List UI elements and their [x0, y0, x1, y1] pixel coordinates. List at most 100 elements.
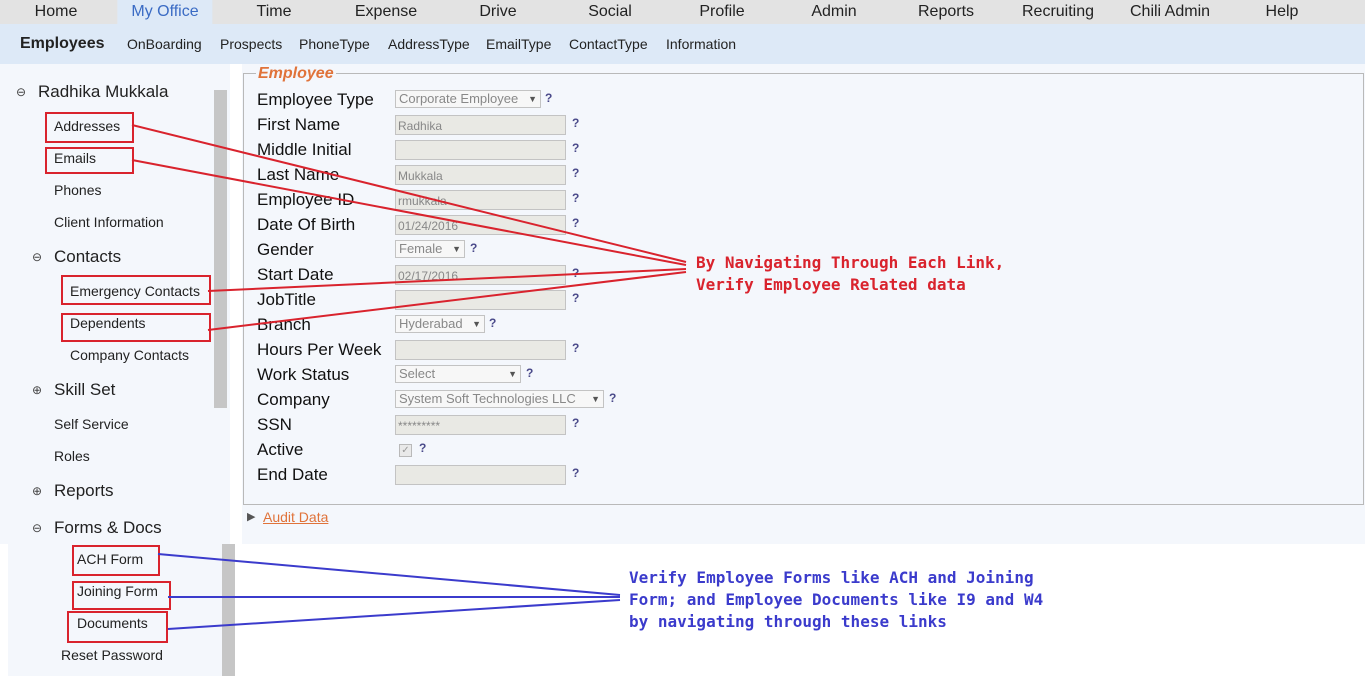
subnav-onboarding[interactable]: OnBoarding: [127, 24, 202, 64]
chevron-down-icon: ▼: [528, 94, 537, 104]
end-date-label: End Date: [257, 465, 328, 484]
highlight-box-ach-form: [72, 545, 160, 576]
nav-time[interactable]: Time: [257, 0, 292, 24]
employee-id-label: Employee ID: [257, 190, 355, 209]
gender-select[interactable]: Female ▼: [395, 240, 465, 258]
help-icon[interactable]: ?: [572, 291, 579, 305]
nav-profile[interactable]: Profile: [699, 0, 744, 24]
gender-value: Female: [399, 241, 443, 256]
red-annotation-line1: By Navigating Through Each Link,: [696, 253, 1005, 272]
collapse-icon[interactable]: ⊖: [31, 250, 43, 264]
sidebar-item-self-service[interactable]: Self Service: [54, 416, 129, 432]
top-nav: Home My Office Time Expense Drive Social…: [0, 0, 1365, 24]
expand-triangle-icon[interactable]: ▶: [247, 510, 255, 523]
subnav-addresstype[interactable]: AddressType: [388, 24, 470, 64]
collapse-icon[interactable]: ⊖: [15, 85, 27, 99]
blue-annotation-line3: by navigating through these links: [629, 612, 947, 631]
audit-data-link[interactable]: Audit Data: [263, 509, 328, 525]
help-icon[interactable]: ?: [572, 266, 579, 280]
chevron-down-icon: ▼: [452, 244, 461, 254]
help-icon[interactable]: ?: [572, 166, 579, 180]
start-date-input[interactable]: 02/17/2016: [395, 265, 566, 285]
help-icon[interactable]: ?: [545, 91, 552, 105]
nav-social[interactable]: Social: [588, 0, 632, 24]
nav-admin[interactable]: Admin: [811, 0, 856, 24]
highlight-box-emergency-contacts: [61, 275, 211, 305]
nav-expense[interactable]: Expense: [355, 0, 417, 24]
active-checkbox[interactable]: ✓: [399, 444, 412, 457]
help-icon[interactable]: ?: [572, 466, 579, 480]
nav-reports[interactable]: Reports: [918, 0, 974, 24]
nav-chili-admin[interactable]: Chili Admin: [1130, 0, 1210, 24]
company-select[interactable]: System Soft Technologies LLC ▼: [395, 390, 604, 408]
expand-icon[interactable]: ⊕: [31, 484, 43, 498]
help-icon[interactable]: ?: [572, 191, 579, 205]
last-name-input[interactable]: Mukkala: [395, 165, 566, 185]
nav-my-office[interactable]: My Office: [117, 0, 213, 24]
expand-icon[interactable]: ⊕: [31, 383, 43, 397]
highlight-box-addresses: [45, 112, 134, 143]
sidebar-scrollbar-lower[interactable]: [222, 544, 235, 676]
help-icon[interactable]: ?: [572, 216, 579, 230]
employee-id-input[interactable]: rmukkala: [395, 190, 566, 210]
sidebar-scrollbar[interactable]: [214, 90, 227, 408]
company-value: System Soft Technologies LLC: [399, 391, 576, 406]
subnav-contacttype[interactable]: ContactType: [569, 24, 648, 64]
subnav-employees[interactable]: Employees: [20, 24, 104, 64]
date-of-birth-label: Date Of Birth: [257, 215, 356, 234]
help-icon[interactable]: ?: [572, 416, 579, 430]
employee-type-label: Employee Type: [257, 90, 374, 109]
ssn-input[interactable]: *********: [395, 415, 566, 435]
end-date-input[interactable]: [395, 465, 566, 485]
nav-drive[interactable]: Drive: [479, 0, 516, 24]
help-icon[interactable]: ?: [572, 141, 579, 155]
sidebar-item-reset-password[interactable]: Reset Password: [61, 647, 163, 663]
subnav-prospects[interactable]: Prospects: [220, 24, 282, 64]
help-icon[interactable]: ?: [489, 316, 496, 330]
first-name-input[interactable]: Radhika: [395, 115, 566, 135]
sidebar-item-contacts[interactable]: Contacts: [54, 247, 121, 267]
last-name-label: Last Name: [257, 165, 340, 184]
branch-select[interactable]: Hyderabad ▼: [395, 315, 485, 333]
subnav-emailtype[interactable]: EmailType: [486, 24, 551, 64]
sidebar-item-reports[interactable]: Reports: [54, 481, 114, 501]
highlight-box-documents: [67, 611, 168, 643]
help-icon[interactable]: ?: [470, 241, 477, 255]
sub-nav: Employees OnBoarding Prospects PhoneType…: [0, 24, 1365, 64]
highlight-box-joining-form: [72, 581, 171, 610]
help-icon[interactable]: ?: [526, 366, 533, 380]
middle-initial-input[interactable]: [395, 140, 566, 160]
collapse-icon[interactable]: ⊖: [31, 521, 43, 535]
job-title-input[interactable]: [395, 290, 566, 310]
work-status-label: Work Status: [257, 365, 350, 384]
employee-type-select[interactable]: Corporate Employee ▼: [395, 90, 541, 108]
sidebar-item-forms-docs[interactable]: Forms & Docs: [54, 518, 162, 538]
help-icon[interactable]: ?: [609, 391, 616, 405]
branch-value: Hyderabad: [399, 316, 463, 331]
nav-recruiting[interactable]: Recruiting: [1022, 0, 1094, 24]
job-title-label: JobTitle: [257, 290, 316, 309]
help-icon[interactable]: ?: [419, 441, 426, 455]
ssn-label: SSN: [257, 415, 292, 434]
hours-per-week-input[interactable]: [395, 340, 566, 360]
sidebar-item-roles[interactable]: Roles: [54, 448, 90, 464]
nav-help[interactable]: Help: [1266, 0, 1299, 24]
branch-label: Branch: [257, 315, 311, 334]
fieldset-legend: Employee: [256, 65, 336, 83]
date-of-birth-input[interactable]: 01/24/2016: [395, 215, 566, 235]
help-icon[interactable]: ?: [572, 341, 579, 355]
work-status-select[interactable]: Select ▼: [395, 365, 521, 383]
subnav-phonetype[interactable]: PhoneType: [299, 24, 370, 64]
subnav-information[interactable]: Information: [666, 24, 736, 64]
sidebar-item-phones[interactable]: Phones: [54, 182, 101, 198]
help-icon[interactable]: ?: [572, 116, 579, 130]
sidebar-item-skill-set[interactable]: Skill Set: [54, 380, 115, 400]
hours-per-week-label: Hours Per Week: [257, 340, 382, 359]
chevron-down-icon: ▼: [508, 369, 517, 379]
sidebar-employee-name[interactable]: Radhika Mukkala: [38, 82, 168, 102]
first-name-label: First Name: [257, 115, 341, 134]
sidebar-item-client-information[interactable]: Client Information: [54, 214, 164, 230]
blue-annotation-text: Verify Employee Forms like ACH and Joini…: [629, 567, 1043, 633]
nav-home[interactable]: Home: [35, 0, 78, 24]
sidebar-item-company-contacts[interactable]: Company Contacts: [70, 347, 189, 363]
